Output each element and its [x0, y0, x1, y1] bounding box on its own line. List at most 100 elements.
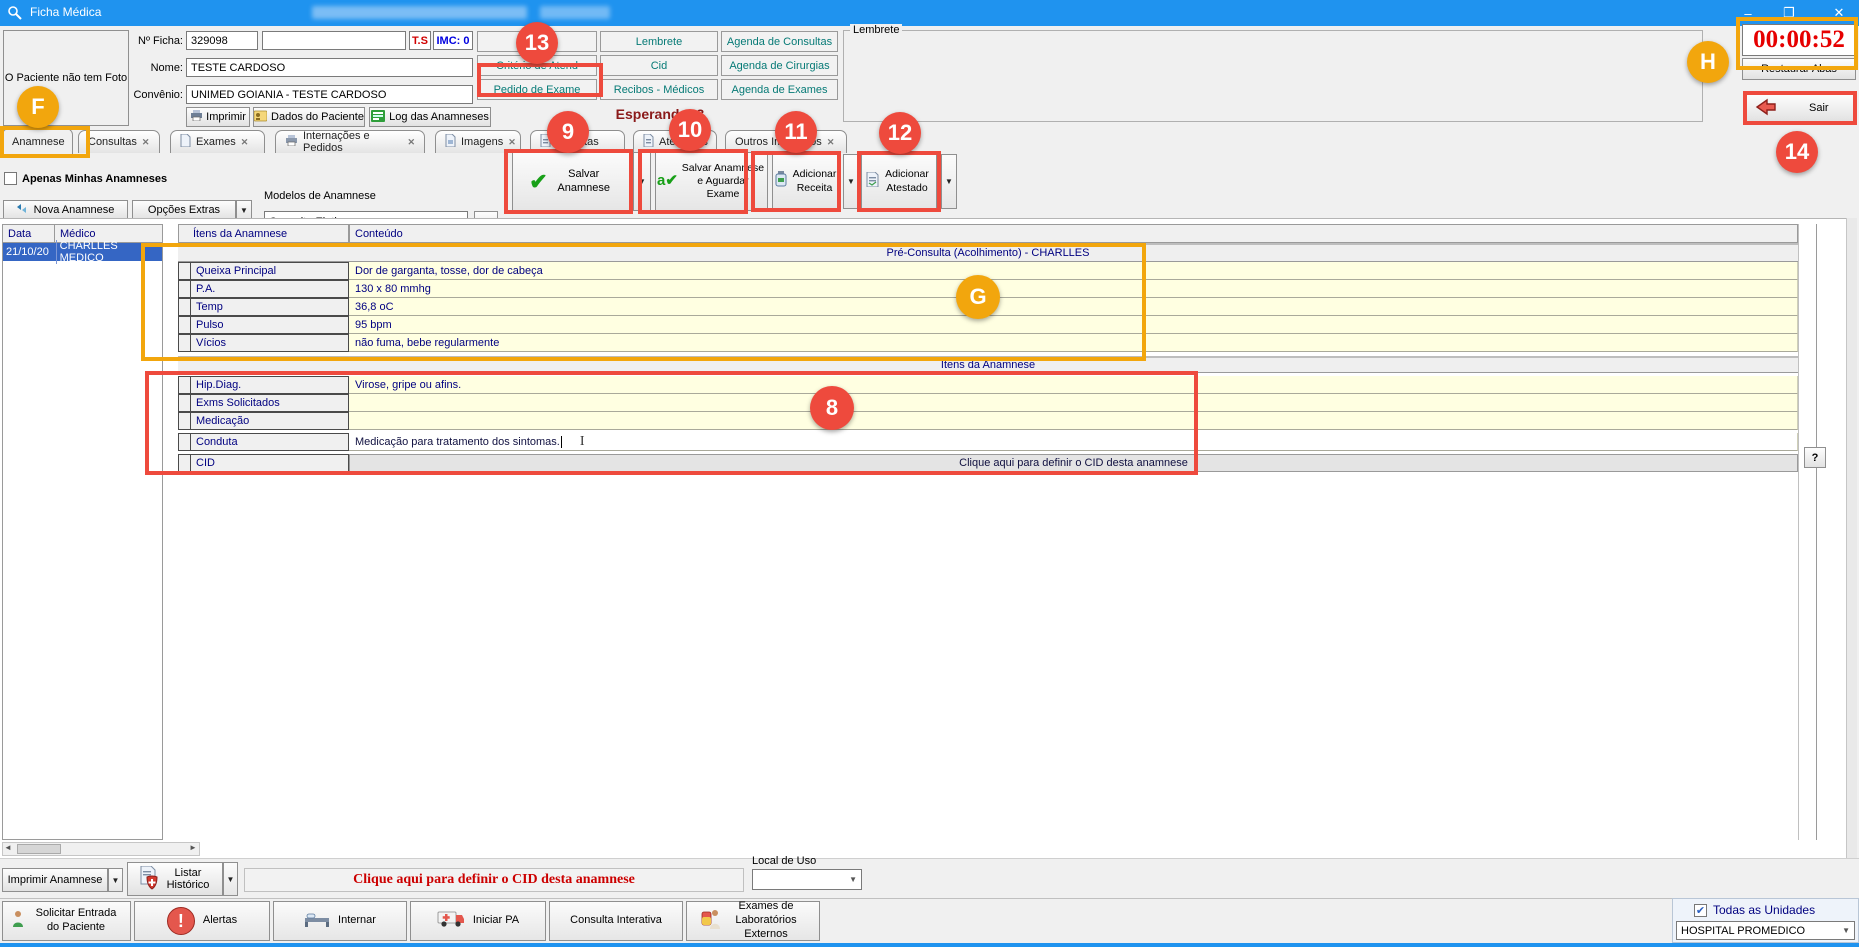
tab-close-icon[interactable]: ✕	[407, 137, 415, 148]
annotation-circle-h: H	[1687, 41, 1729, 83]
footer-button-label: Solicitar Entrada do Paciente	[30, 907, 122, 935]
footer-button-label: Exames de Laboratórios Externos	[727, 900, 805, 941]
quick-button-recibos-medicos[interactable]: Recibos - Médicos	[600, 79, 718, 100]
annotation-box-11	[751, 151, 841, 212]
nova-anamnese-label: Nova Anamnese	[34, 204, 115, 216]
cid-banner-button[interactable]: Clique aqui para definir o CID desta ana…	[244, 868, 744, 892]
history-date: 21/10/20	[3, 246, 56, 258]
listar-historico-label: Listar Histórico	[164, 867, 212, 891]
scroll-right-arrow[interactable]: ►	[189, 843, 197, 852]
listar-historico-dropdown[interactable]: ▼	[223, 862, 238, 896]
ts-badge[interactable]: T.S	[409, 31, 431, 50]
annotation-box-h	[1736, 17, 1858, 70]
quick-button-agenda-consultas[interactable]: Agenda de Consultas	[721, 31, 838, 52]
app-icon	[7, 5, 23, 24]
ficha-input[interactable]: 329098	[186, 31, 258, 50]
opcoes-extras-dropdown[interactable]: ▼	[236, 200, 252, 220]
cid-banner-text: Clique aqui para definir o CID desta ana…	[353, 872, 635, 888]
column-header-label: Data	[8, 228, 31, 240]
document-icon	[180, 134, 191, 150]
help-button-label: ?	[1812, 452, 1819, 464]
quick-button-cid[interactable]: Cid	[600, 55, 718, 76]
todas-unidades-checkbox[interactable]: ✔ Todas as Unidades	[1694, 903, 1815, 917]
opcoes-extras-label: Opções Extras	[148, 204, 220, 216]
grid-header-itens[interactable]: Ítens da Anamnese	[178, 224, 349, 243]
footer-button-label: Internar	[338, 914, 376, 928]
history-panel	[2, 224, 163, 840]
person-icon	[11, 910, 25, 933]
bottom-accent-strip	[0, 943, 1859, 947]
checkbox-box[interactable]: ✔	[1694, 904, 1707, 917]
convenio-value: UNIMED GOIANIA - TESTE CARDOSO	[191, 89, 386, 101]
document-icon	[643, 134, 654, 150]
annotation-circle-g: G	[956, 275, 1000, 319]
unidade-combo[interactable]: HOSPITAL PROMEDICO ▼	[1676, 921, 1855, 940]
annotation-circle-f: F	[17, 86, 59, 128]
consulta-interativa-button[interactable]: Consulta Interativa	[549, 901, 683, 941]
scroll-thumb[interactable]	[17, 844, 61, 854]
image-icon	[445, 134, 456, 150]
dados-do-paciente-button[interactable]: Dados do Paciente	[253, 107, 365, 127]
printer-icon	[190, 110, 203, 124]
imprimir-anamnese-button[interactable]: Imprimir Anamnese	[2, 868, 108, 892]
history-hscrollbar[interactable]: ◄ ►	[2, 842, 200, 856]
internar-button[interactable]: Internar	[273, 901, 407, 941]
nova-anamnese-button[interactable]: Nova Anamnese	[3, 200, 128, 220]
grid-header-conteudo[interactable]: Conteúdo	[349, 224, 1798, 243]
tab-close-icon[interactable]: ✕	[827, 137, 835, 148]
history-header-data[interactable]: Data	[2, 224, 55, 243]
right-scroll-strip[interactable]	[1846, 218, 1857, 858]
nome-value: TESTE CARDOSO	[191, 62, 285, 74]
quick-label: Agenda de Exames	[731, 84, 827, 96]
local-de-uso-combo[interactable]: ▼	[752, 869, 862, 890]
scroll-left-arrow[interactable]: ◄	[4, 843, 12, 852]
history-shield-icon	[138, 866, 160, 893]
tab-consultas[interactable]: Consultas ✕	[78, 130, 160, 153]
imprimir-button[interactable]: Imprimir	[186, 107, 250, 127]
annotation-box-9	[504, 149, 633, 214]
help-button[interactable]: ?	[1804, 447, 1826, 468]
annotation-circle-8: 8	[810, 386, 854, 430]
quick-button-lembrete[interactable]: Lembrete	[600, 31, 718, 52]
tab-close-icon[interactable]: ✕	[241, 137, 249, 148]
ficha-extra-input[interactable]	[262, 31, 406, 50]
chevron-down-icon: ▼	[849, 875, 857, 884]
opcoes-extras-button[interactable]: Opções Extras	[132, 200, 236, 220]
imc-badge[interactable]: IMC: 0	[433, 31, 473, 50]
new-record-icon	[17, 204, 28, 217]
column-header-label: Médico	[60, 228, 95, 240]
checkbox-box[interactable]	[4, 172, 17, 185]
annotation-circle-13: 13	[516, 22, 558, 64]
ficha-value: 329098	[191, 35, 228, 47]
tab-close-icon[interactable]: ✕	[142, 137, 150, 148]
alertas-button[interactable]: ! Alertas	[134, 901, 270, 941]
quick-button-agenda-cirurgias[interactable]: Agenda de Cirurgias	[721, 55, 838, 76]
quick-button-agenda-exames[interactable]: Agenda de Exames	[721, 79, 838, 100]
footer-button-label: Consulta Interativa	[570, 914, 662, 928]
solicitar-entrada-button[interactable]: Solicitar Entrada do Paciente	[2, 901, 131, 941]
apenas-minhas-checkbox[interactable]: Apenas Minhas Anamneses	[4, 172, 167, 185]
grid-right-gutter	[1798, 224, 1817, 840]
log-icon	[371, 110, 385, 125]
alert-icon: !	[167, 907, 195, 935]
history-row-selected[interactable]: 21/10/20 CHARLLES MEDICO	[3, 243, 162, 261]
exames-lab-externos-button[interactable]: Exames de Laboratórios Externos	[686, 901, 820, 941]
modelos-label: Modelos de Anamnese	[264, 190, 376, 202]
iniciar-pa-button[interactable]: Iniciar PA	[410, 901, 546, 941]
tab-exames[interactable]: Exames ✕	[170, 130, 265, 153]
nome-input[interactable]: TESTE CARDOSO	[186, 58, 473, 77]
footer-button-label: Alertas	[203, 914, 237, 928]
listar-historico-button[interactable]: Listar Histórico	[127, 862, 223, 896]
tab-label: Exames	[196, 136, 236, 148]
waiting-count: Esperando: 3	[560, 106, 760, 122]
ts-badge-text: T.S	[412, 35, 428, 47]
quick-label: Agenda de Cirurgias	[729, 60, 829, 72]
log-anamneses-button[interactable]: Log das Anamneses	[369, 107, 491, 127]
tab-close-icon[interactable]: ✕	[508, 137, 516, 148]
convenio-input[interactable]: UNIMED GOIANIA - TESTE CARDOSO	[186, 85, 473, 104]
column-header-label: Conteúdo	[355, 228, 403, 240]
adicionar-atestado-dropdown[interactable]: ▼	[941, 154, 957, 209]
tab-internacoes-pedidos[interactable]: Internações e Pedidos ✕	[275, 130, 425, 153]
imprimir-anamnese-dropdown[interactable]: ▼	[108, 868, 123, 892]
local-de-uso-label: Local de Uso	[752, 855, 816, 867]
